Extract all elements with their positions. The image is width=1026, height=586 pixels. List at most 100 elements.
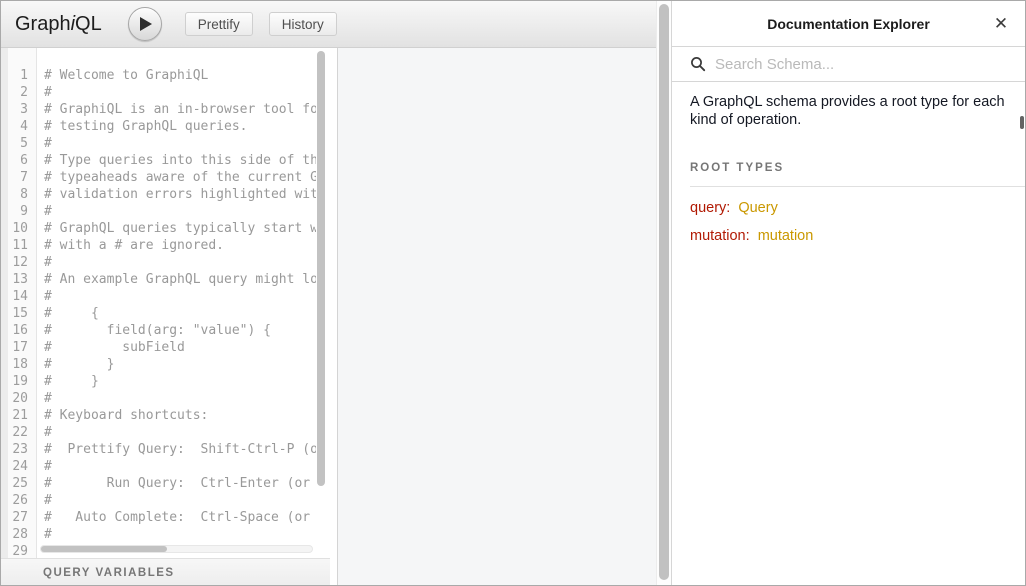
editor-line: 16 # field(arg: "value") {	[8, 322, 330, 339]
editor-vertical-scrollbar[interactable]	[317, 51, 325, 486]
line-number: 9	[8, 203, 37, 220]
code-text: # GraphQL queries typically start with a…	[44, 220, 316, 237]
editor-line: 27 # Auto Complete: Ctrl-Space (or just …	[8, 509, 330, 526]
line-number: 17	[8, 339, 37, 356]
editor-line: 5 #	[8, 135, 330, 152]
code-text: # typeaheads aware of the current GraphQ…	[44, 169, 316, 186]
code-text: #	[44, 288, 316, 305]
editor-lines[interactable]: 1 # Welcome to GraphiQL 2 # 3 # GraphiQL…	[8, 48, 330, 558]
code-text: #	[44, 458, 316, 475]
code-text: # Auto Complete: Ctrl-Space (or just sta…	[44, 509, 316, 526]
doc-explorer-body: A GraphQL schema provides a root type fo…	[672, 94, 1025, 244]
code-text: #	[44, 390, 316, 407]
execute-query-button[interactable]	[128, 7, 162, 41]
query-editor[interactable]: 1 # Welcome to GraphiQL 2 # 3 # GraphiQL…	[8, 48, 330, 558]
editor-left-rail	[1, 48, 8, 558]
code-text: #	[44, 526, 316, 543]
line-number: 22	[8, 424, 37, 441]
doc-explorer-title-bar: Documentation Explorer ✕	[672, 1, 1025, 47]
editor-line: 20 #	[8, 390, 330, 407]
line-number: 29	[8, 543, 37, 558]
code-text: # Keyboard shortcuts:	[44, 407, 316, 424]
line-number: 15	[8, 305, 37, 322]
code-text: #	[44, 84, 316, 101]
editor-line: 4 # testing GraphQL queries.	[8, 118, 330, 135]
editor-line: 12 #	[8, 254, 330, 271]
prettify-button[interactable]: Prettify	[185, 12, 253, 36]
editor-line: 22 #	[8, 424, 330, 441]
page-scrollbar-thumb[interactable]	[659, 4, 669, 580]
line-number: 26	[8, 492, 37, 509]
code-text: # An example GraphQL query might look li…	[44, 271, 316, 288]
editor-line: 8 # validation errors highlighted within…	[8, 186, 330, 203]
line-number: 14	[8, 288, 37, 305]
logo-text-ql: QL	[75, 13, 102, 35]
line-number: 25	[8, 475, 37, 492]
line-number: 12	[8, 254, 37, 271]
search-schema-input[interactable]	[715, 56, 1025, 73]
line-number: 1	[8, 67, 37, 84]
editor-line: 24 #	[8, 458, 330, 475]
close-icon[interactable]: ✕	[989, 15, 1013, 32]
editor-line: 26 #	[8, 492, 330, 509]
code-text: #	[44, 203, 316, 220]
editor-line: 17 # subField	[8, 339, 330, 356]
editor-line: 2 #	[8, 84, 330, 101]
code-text: # Welcome to GraphiQL	[44, 67, 316, 84]
line-number: 6	[8, 152, 37, 169]
line-number: 4	[8, 118, 37, 135]
field-keyword: query:	[690, 200, 730, 216]
editor-horizontal-scrollbar-thumb[interactable]	[41, 546, 167, 552]
editor-line: 11 # with a # are ignored.	[8, 237, 330, 254]
line-number: 21	[8, 407, 37, 424]
code-text: # field(arg: "value") {	[44, 322, 316, 339]
line-number: 8	[8, 186, 37, 203]
line-number: 2	[8, 84, 37, 101]
type-link[interactable]: mutation	[758, 228, 814, 244]
root-type-item: query: Query	[690, 200, 1025, 216]
code-text: # testing GraphQL queries.	[44, 118, 316, 135]
line-number: 19	[8, 373, 37, 390]
graphiql-window: GraphiQL Prettify History 1 # Welcome to…	[0, 0, 1026, 586]
editor-line: 1 # Welcome to GraphiQL	[8, 67, 330, 84]
history-button[interactable]: History	[269, 12, 337, 36]
query-variables-bar[interactable]: QUERY VARIABLES	[1, 558, 330, 586]
line-number: 20	[8, 390, 37, 407]
editor-horizontal-scrollbar[interactable]	[40, 545, 313, 553]
category-divider	[690, 186, 1025, 187]
editor-line: 15 # {	[8, 305, 330, 322]
code-text: # {	[44, 305, 316, 322]
code-text: #	[44, 135, 316, 152]
code-text: # GraphiQL is an in-browser tool for wri…	[44, 101, 316, 118]
type-link[interactable]: Query	[738, 200, 778, 216]
code-text: # }	[44, 356, 316, 373]
documentation-explorer-panel: Documentation Explorer ✕ A GraphQL schem…	[671, 1, 1025, 585]
editor-line: 21 # Keyboard shortcuts:	[8, 407, 330, 424]
result-pane	[338, 48, 656, 586]
line-number: 10	[8, 220, 37, 237]
line-number: 23	[8, 441, 37, 458]
code-text: #	[44, 424, 316, 441]
field-keyword: mutation:	[690, 228, 750, 244]
code-text: #	[44, 254, 316, 271]
root-types-heading: ROOT TYPES	[690, 162, 1025, 174]
editor-line: 10 # GraphQL queries typically start wit…	[8, 220, 330, 237]
schema-description: A GraphQL schema provides a root type fo…	[690, 94, 1025, 129]
line-number: 16	[8, 322, 37, 339]
editor-line: 19 # }	[8, 373, 330, 390]
logo-text: Graph	[15, 13, 71, 35]
doc-panel-scrollbar-thumb[interactable]	[1020, 116, 1024, 129]
line-number: 11	[8, 237, 37, 254]
editor-result-resizer[interactable]	[330, 48, 338, 586]
play-icon	[140, 17, 152, 31]
line-number: 7	[8, 169, 37, 186]
page-scrollbar-track[interactable]	[656, 1, 671, 585]
editor-line: 14 #	[8, 288, 330, 305]
line-number: 5	[8, 135, 37, 152]
root-type-item: mutation: mutation	[690, 228, 1025, 244]
editor-line: 7 # typeaheads aware of the current Grap…	[8, 169, 330, 186]
code-text: # }	[44, 373, 316, 390]
line-number: 3	[8, 101, 37, 118]
doc-search-row	[672, 47, 1025, 82]
line-number: 24	[8, 458, 37, 475]
